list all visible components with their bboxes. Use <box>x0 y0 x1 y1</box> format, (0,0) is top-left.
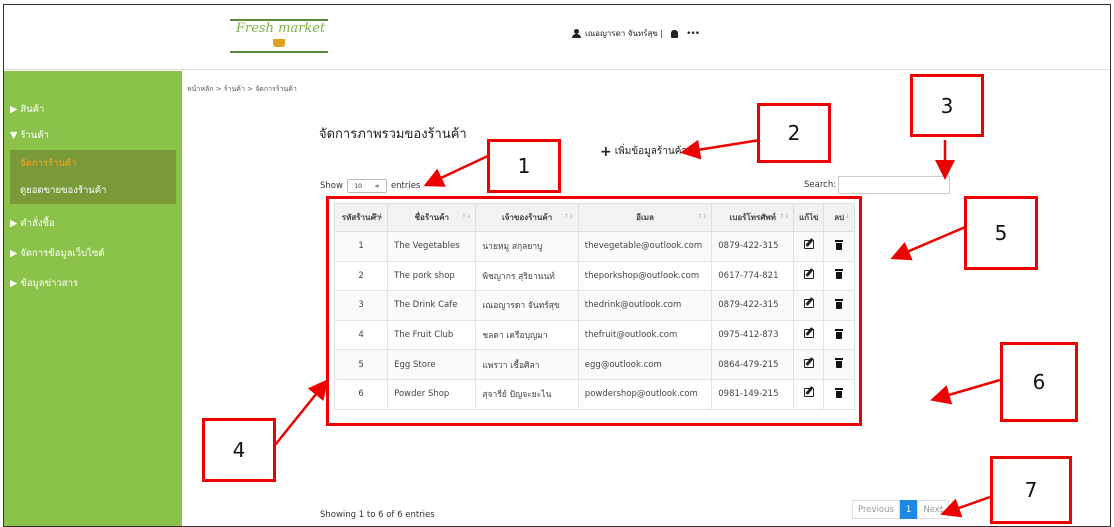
sidebar-item-products[interactable]: ▶ สินค้า <box>10 102 44 117</box>
sidebar-item-manage-stores[interactable]: จัดการร้านค้า <box>10 150 176 177</box>
sidebar-item-store-sales[interactable]: ดูยอดขายของร้านค้า <box>10 177 176 204</box>
annotation-label-7: 7 <box>990 456 1072 524</box>
logo-text: Fresh market <box>236 21 326 36</box>
user-menu[interactable]: เณอญารดา จันทร์สุข | ••• <box>572 27 700 40</box>
fresh-market-logo[interactable]: Fresh market <box>230 19 328 53</box>
prev-button[interactable]: Previous <box>852 500 900 519</box>
sidebar-item-stores[interactable]: ▼ ร้านค้า <box>10 128 49 143</box>
annotation-label-6: 6 <box>1000 342 1078 422</box>
search-input[interactable] <box>838 176 951 194</box>
page-title: จัดการภาพรวมของร้านค้า <box>319 127 467 142</box>
annotation-label-2: 2 <box>757 103 831 163</box>
add-store-label: เพิ่มข้อมูลร้านค้า <box>614 146 688 157</box>
search-label: Search: <box>804 180 837 190</box>
user-name[interactable]: เณอญารดา จันทร์สุข | <box>585 27 663 40</box>
bell-icon[interactable] <box>671 29 679 38</box>
add-store-button[interactable]: + เพิ่มข้อมูลร้านค้า <box>600 144 687 159</box>
annotation-label-1: 1 <box>487 139 561 193</box>
show-label: Show <box>320 181 343 191</box>
pagination: Previous 1 Next <box>852 500 950 519</box>
user-icon <box>572 29 581 38</box>
showing-info: Showing 1 to 6 of 6 entries <box>320 510 435 520</box>
entries-label: entries <box>390 181 421 191</box>
select-arrows-icon: ≑ <box>374 182 380 190</box>
more-icon[interactable]: ••• <box>686 29 700 39</box>
annotation-table-outline <box>326 196 862 426</box>
breadcrumb[interactable]: หน้าหลัก > ร้านค้า > จัดการร้านค้า <box>187 84 297 95</box>
annotation-label-4: 4 <box>202 418 276 482</box>
logo-bar-bottom <box>230 51 328 53</box>
sidebar: ▶ สินค้า ▼ ร้านค้า จัดการร้านค้า ดูยอดขา… <box>4 71 182 526</box>
page-1-button[interactable]: 1 <box>899 500 918 519</box>
show-entries: Show 10 ≑ entries <box>320 179 420 193</box>
annotation-label-3: 3 <box>910 74 984 137</box>
sidebar-item-news[interactable]: ▶ ข้อมูลข่าวสาร <box>10 276 78 291</box>
plus-icon: + <box>600 143 612 160</box>
entries-select[interactable]: 10 ≑ <box>346 179 387 193</box>
top-header: Fresh market เณอญารดา จันทร์สุข | ••• <box>4 5 1110 70</box>
search-area: Search: <box>804 176 951 194</box>
sidebar-item-orders[interactable]: ▶ คำสั่งซื้อ <box>10 216 55 231</box>
next-button[interactable]: Next <box>917 500 950 519</box>
entries-value: 10 <box>354 182 362 190</box>
basket-icon <box>273 39 285 47</box>
annotation-label-5: 5 <box>964 196 1038 270</box>
sidebar-item-website-data[interactable]: ▶ จัดการข้อมูลเว็บไซต์ <box>10 246 105 261</box>
